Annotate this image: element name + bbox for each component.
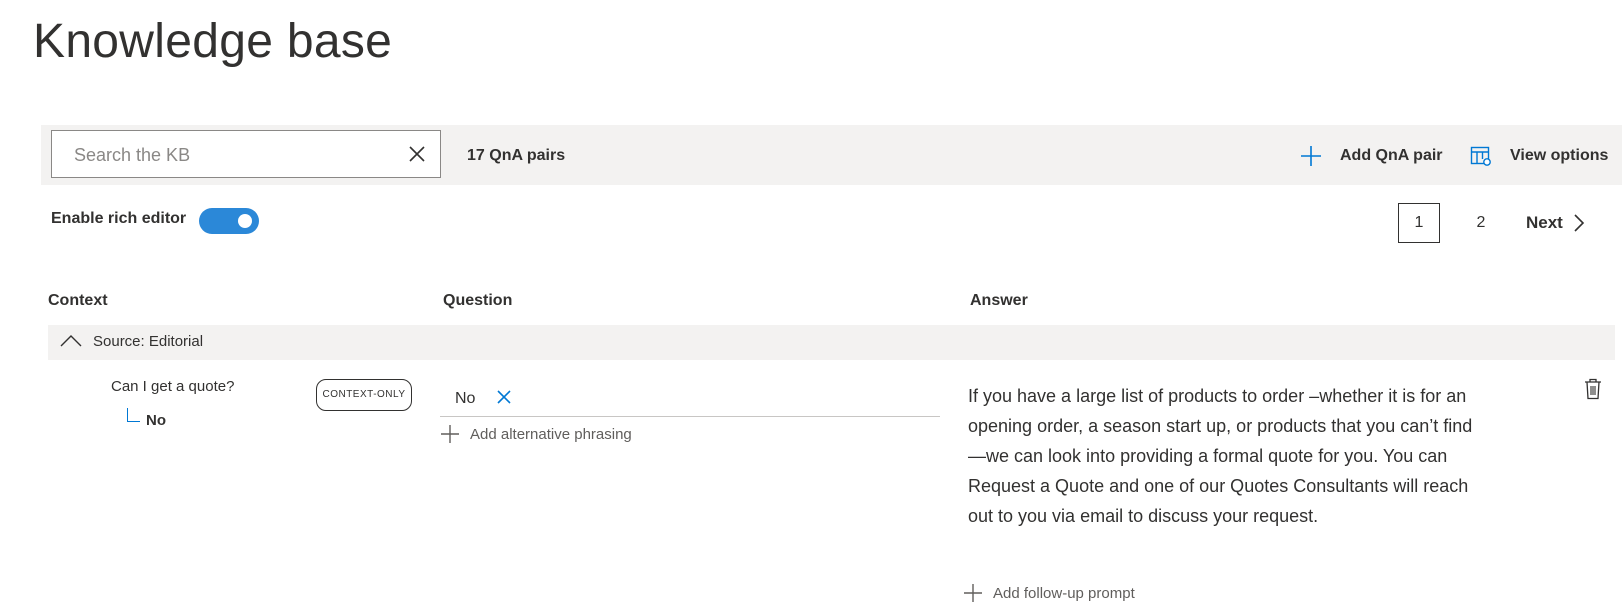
answer-text[interactable]: If you have a large list of products to … (968, 381, 1483, 531)
column-header-context[interactable]: Context (48, 292, 108, 310)
question-entry: No (440, 382, 940, 417)
page-button-2[interactable]: 2 (1466, 203, 1496, 243)
rich-editor-label: Enable rich editor (51, 210, 187, 227)
add-qna-button[interactable]: Add QnA pair (1300, 142, 1443, 170)
context-only-badge: CONTEXT-ONLY (316, 379, 412, 411)
next-page-label: Next (1526, 213, 1563, 232)
source-group-header: Source: Editorial (48, 325, 1615, 360)
chevron-right-icon (1574, 214, 1584, 232)
close-icon[interactable] (496, 389, 512, 405)
add-qna-label: Add QnA pair (1340, 147, 1443, 164)
source-group-label: Source: Editorial (93, 333, 204, 350)
rich-editor-toggle[interactable] (199, 208, 259, 234)
question-text[interactable]: No (455, 390, 475, 408)
add-alternative-label: Add alternative phrasing (470, 425, 632, 443)
context-branch-line (127, 408, 140, 422)
view-options-button[interactable]: View options (1470, 142, 1608, 170)
plus-icon (441, 425, 459, 443)
context-answer: No (146, 412, 166, 429)
view-options-icon (1470, 146, 1491, 166)
trash-icon[interactable] (1584, 378, 1602, 400)
next-page-button[interactable]: Next (1526, 203, 1585, 243)
chevron-up-icon[interactable] (60, 333, 82, 351)
column-header-answer[interactable]: Answer (970, 292, 1028, 310)
add-follow-up-prompt-button[interactable]: Add follow-up prompt (963, 583, 1135, 603)
add-alternative-phrasing-button[interactable]: Add alternative phrasing (440, 424, 632, 444)
column-header-question[interactable]: Question (443, 292, 512, 310)
plus-icon (964, 584, 982, 602)
search-input[interactable] (72, 141, 396, 169)
page-title: Knowledge base (33, 15, 393, 68)
context-question: Can I get a quote? (111, 378, 235, 395)
search-box (51, 130, 441, 178)
add-follow-up-label: Add follow-up prompt (993, 584, 1135, 602)
view-options-label: View options (1510, 147, 1609, 164)
qna-count: 17 QnA pairs (467, 147, 566, 164)
page-button-1[interactable]: 1 (1398, 203, 1440, 243)
toggle-knob (238, 214, 252, 228)
plus-icon (1301, 146, 1321, 166)
close-icon[interactable] (408, 145, 426, 163)
